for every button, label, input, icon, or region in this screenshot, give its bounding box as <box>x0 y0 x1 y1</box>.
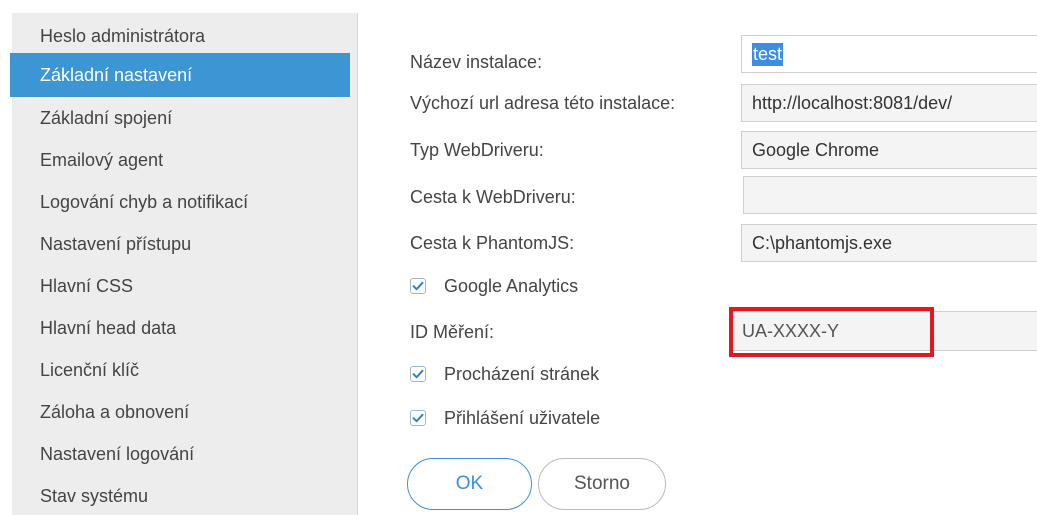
settings-form: Název instalace: test Výchozí url adresa… <box>358 13 1037 515</box>
default-url-input[interactable]: http://localhost:8081/dev/ <box>741 84 1037 122</box>
default-url-row: Výchozí url adresa této instalace: <box>410 84 675 122</box>
sidebar-item-license-key[interactable]: Licenční klíč <box>12 349 357 391</box>
phantomjs-path-input[interactable]: C:\phantomjs.exe <box>741 224 1037 262</box>
sidebar-item-basic-settings[interactable]: Základní nastavení <box>10 53 350 97</box>
settings-sidebar: Heslo administrátora Základní nastavení … <box>10 13 358 515</box>
ok-button[interactable]: OK <box>407 458 532 510</box>
user-login-checkbox[interactable] <box>410 410 426 426</box>
checkmark-icon <box>412 413 424 423</box>
sidebar-item-admin-password[interactable]: Heslo administrátora <box>12 19 357 53</box>
webdriver-type-select[interactable]: Google Chrome <box>741 131 1037 169</box>
phantomjs-path-label: Cesta k PhantomJS: <box>410 232 575 253</box>
install-name-row: Název instalace: <box>410 43 542 81</box>
page-browsing-label: Procházení stránek <box>444 363 600 384</box>
google-analytics-row[interactable]: Google Analytics <box>410 271 578 301</box>
settings-window: Heslo administrátora Základní nastavení … <box>0 0 1037 515</box>
checkmark-icon <box>412 281 424 291</box>
webdriver-path-label: Cesta k WebDriveru: <box>410 186 576 207</box>
webdriver-type-label: Typ WebDriveru: <box>410 139 544 160</box>
sidebar-item-backup-restore[interactable]: Záloha a obnovení <box>12 391 357 433</box>
measurement-id-value: UA-XXXX-Y <box>742 320 840 341</box>
checkmark-icon <box>412 369 424 379</box>
page-browsing-checkbox[interactable] <box>410 366 426 382</box>
measurement-id-label: ID Měření: <box>410 321 495 342</box>
webdriver-path-input[interactable] <box>743 176 1037 214</box>
sidebar-item-error-logging[interactable]: Logování chyb a notifikací <box>12 181 357 223</box>
sidebar-item-email-agent[interactable]: Emailový agent <box>12 139 357 181</box>
default-url-label: Výchozí url adresa této instalace: <box>410 92 676 113</box>
google-analytics-checkbox[interactable] <box>410 278 426 294</box>
install-name-label: Název instalace: <box>410 51 543 72</box>
install-name-input[interactable]: test <box>741 35 1037 73</box>
webdriver-type-value: Google Chrome <box>752 139 880 160</box>
sidebar-item-logging-settings[interactable]: Nastavení logování <box>12 433 357 475</box>
webdriver-type-row: Typ WebDriveru: <box>410 131 544 169</box>
sidebar-item-access-settings[interactable]: Nastavení přístupu <box>12 223 357 265</box>
measurement-id-row: ID Měření: <box>410 313 494 351</box>
install-name-value: test <box>752 42 784 66</box>
default-url-value: http://localhost:8081/dev/ <box>752 92 953 113</box>
phantomjs-path-row: Cesta k PhantomJS: <box>410 224 574 262</box>
phantomjs-path-value: C:\phantomjs.exe <box>752 232 893 253</box>
user-login-row[interactable]: Přihlášení uživatele <box>410 403 600 433</box>
sidebar-item-basic-connection[interactable]: Základní spojení <box>12 97 357 139</box>
measurement-id-input[interactable]: UA-XXXX-Y <box>731 311 1037 351</box>
webdriver-path-row: Cesta k WebDriveru: <box>410 178 576 216</box>
user-login-label: Přihlášení uživatele <box>444 407 601 428</box>
google-analytics-label: Google Analytics <box>444 275 579 296</box>
sidebar-item-main-head-data[interactable]: Hlavní head data <box>12 307 357 349</box>
page-browsing-row[interactable]: Procházení stránek <box>410 359 599 389</box>
sidebar-item-main-css[interactable]: Hlavní CSS <box>12 265 357 307</box>
sidebar-item-system-status[interactable]: Stav systému <box>12 475 357 515</box>
cancel-button[interactable]: Storno <box>538 458 666 510</box>
